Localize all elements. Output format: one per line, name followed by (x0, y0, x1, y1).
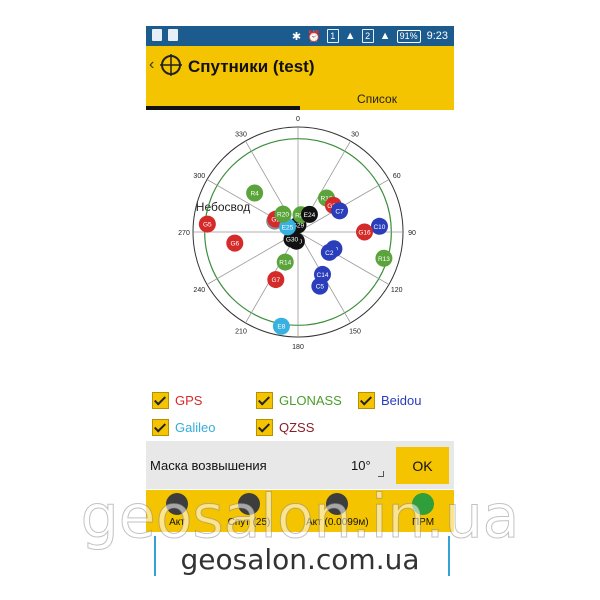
qzss-label: QZSS (279, 420, 315, 435)
satellite-label: G16 (358, 230, 371, 237)
gps-label: GPS (175, 393, 203, 408)
satellite-label: R4 (250, 190, 259, 197)
bottom-item-active[interactable]: Акт (146, 490, 208, 532)
sd-card-icon (168, 29, 178, 41)
resize-corner-icon (378, 471, 384, 477)
sim2-icon: 2 (361, 29, 374, 43)
satellite-label: C5 (316, 284, 325, 291)
azimuth-label: 240 (193, 287, 205, 294)
azimuth-label: 60 (393, 173, 401, 180)
azimuth-label: 90 (408, 230, 416, 237)
filter-qzss[interactable]: QZSS (256, 419, 314, 436)
galileo-checkbox[interactable] (152, 419, 169, 436)
bottom-item-receiver[interactable]: ПРМ (392, 490, 454, 532)
azimuth-label: 150 (349, 329, 361, 336)
back-arrow-icon[interactable]: ‹ (149, 56, 154, 74)
bottom-label-receiver: ПРМ (411, 517, 435, 528)
azimuth-label: 210 (235, 329, 247, 336)
satellite-label: R20 (277, 212, 289, 219)
elevation-mask-label: Маска возвышения (150, 458, 267, 473)
tab-list[interactable]: Список (300, 92, 454, 106)
satellite-label: G5 (203, 222, 212, 229)
azimuth-label: 270 (178, 230, 190, 237)
glonass-label: GLONASS (279, 393, 342, 408)
azimuth-label: 180 (292, 344, 304, 351)
signal2-icon: ▲ (379, 30, 391, 42)
satellite-label: G7 (271, 277, 280, 284)
satellite-icon (238, 493, 260, 515)
target-icon (160, 54, 182, 76)
azimuth-label: 0 (296, 116, 300, 123)
alarm-icon: ⏰ (307, 30, 321, 43)
receiver-icon (412, 493, 434, 515)
signal-icon: ▲ (344, 30, 356, 42)
satellite-label: G30 (286, 237, 299, 244)
bottom-item-satellites[interactable]: Спут (25) (218, 490, 280, 532)
satellite-label: C7 (335, 208, 344, 215)
azimuth-label: 30 (351, 131, 359, 138)
sky-plot: 0 30 60 90 120 150 180 210 240 270 300 330 G29 R21 E24… (146, 112, 454, 362)
bottom-item-antenna[interactable]: Акт (0.0099м) (306, 490, 369, 532)
status-right: ✱ ⏰ 1 ▲ 2 ▲ 91% 9:23 (292, 29, 448, 43)
bottom-label-active: Акт (169, 517, 185, 528)
phone-screen: ✱ ⏰ 1 ▲ 2 ▲ 91% 9:23 ‹ Спутники (test) Н… (146, 0, 454, 600)
bluetooth-icon: ✱ (291, 30, 302, 43)
elevation-mask-value[interactable]: 10° (351, 458, 371, 473)
sim1-icon: 1 (326, 29, 339, 43)
status-left (152, 29, 178, 41)
elevation-mask-row: Маска возвышения 10° OK (146, 441, 454, 489)
clock: 9:23 (426, 30, 448, 42)
beidou-checkbox[interactable] (358, 392, 375, 409)
azimuth-label: 120 (391, 287, 403, 294)
page-title: Спутники (test) (188, 57, 315, 76)
satellite-label: E8 (277, 324, 285, 331)
bottom-label-antenna: Акт (0.0099м) (306, 517, 369, 528)
filter-galileo[interactable]: Galileo (152, 419, 215, 436)
crosshair-icon (166, 493, 188, 515)
satellite-label: C2 (325, 250, 334, 257)
status-bar: ✱ ⏰ 1 ▲ 2 ▲ 91% 9:23 (146, 26, 454, 46)
system-filters: GPS GLONASS Beidou Galileo QZSS (146, 388, 454, 440)
beidou-label: Beidou (381, 393, 422, 408)
footer-site: geosalon.com.ua (180, 543, 420, 576)
satellite-label: C10 (373, 224, 385, 231)
image-icon (152, 29, 162, 41)
filter-gps[interactable]: GPS (152, 392, 202, 409)
azimuth-label: 300 (193, 173, 205, 180)
glonass-checkbox[interactable] (256, 392, 273, 409)
satellite-label: G6 (230, 241, 239, 248)
active-tab-indicator (146, 106, 300, 110)
gps-checkbox[interactable] (152, 392, 169, 409)
antenna-icon (326, 493, 348, 515)
bottom-bar: Акт Спут (25) Акт (0.0099м) ПРМ (146, 490, 454, 532)
satellite-label: R13 (378, 256, 390, 263)
filter-beidou[interactable]: Beidou (358, 392, 421, 409)
sky-plot-svg: 0306090120150180210240270300330G29R21E24… (178, 116, 416, 351)
satellite-label: E25 (282, 224, 294, 231)
filter-glonass[interactable]: GLONASS (256, 392, 342, 409)
bottom-label-satellites: Спут (25) (227, 517, 271, 528)
galileo-label: Galileo (175, 420, 216, 435)
azimuth-label: 330 (235, 131, 247, 138)
tab-bar: Небосвод Список (146, 88, 454, 214)
app-bar: ‹ Спутники (test) (146, 46, 454, 88)
satellite-label: E24 (304, 212, 316, 219)
satellite-label: R14 (279, 260, 291, 267)
qzss-checkbox[interactable] (256, 419, 273, 436)
ok-button[interactable]: OK (396, 447, 449, 484)
battery-icon: 91% (396, 29, 421, 43)
